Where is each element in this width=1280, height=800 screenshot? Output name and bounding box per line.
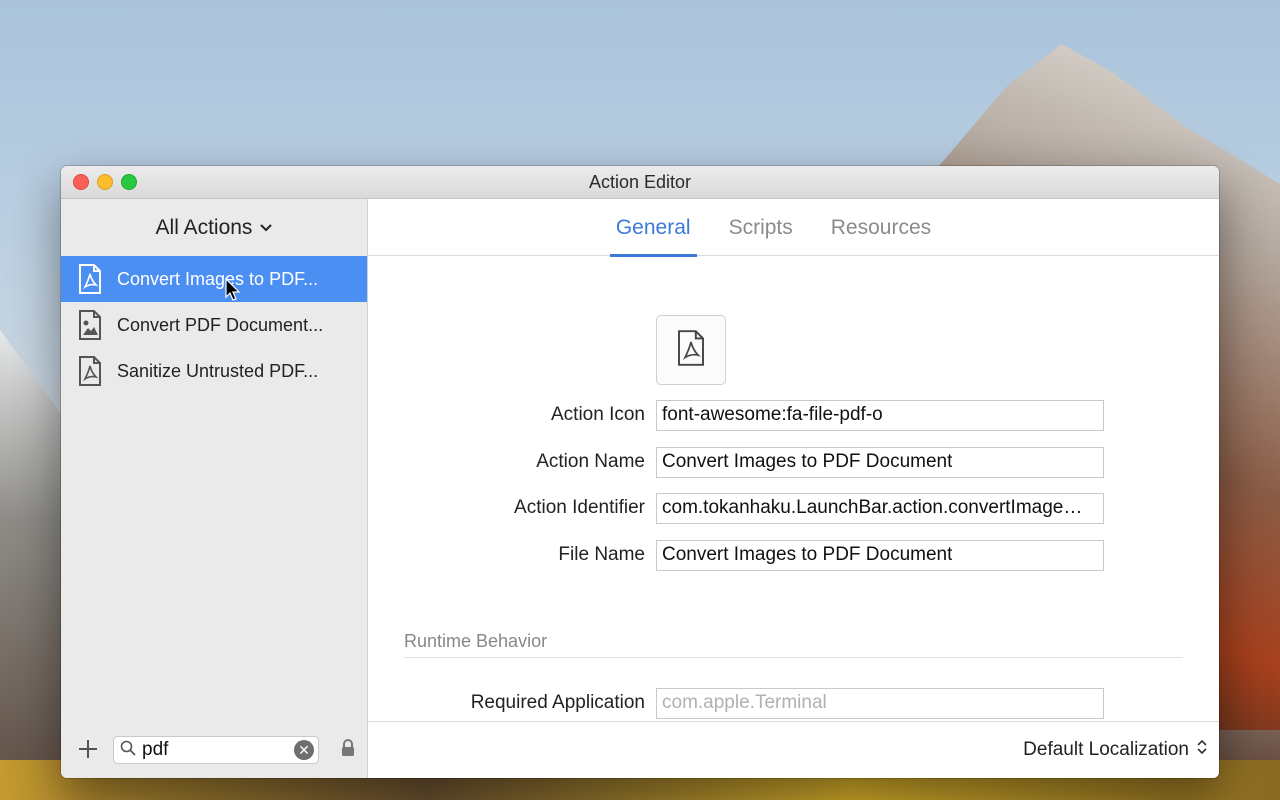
file-pdf-icon: [77, 356, 103, 386]
add-action-button[interactable]: [75, 736, 101, 764]
chevron-down-icon: [260, 219, 273, 235]
general-panel: Action Icon font-awesome:fa-file-pdf-o A…: [368, 257, 1219, 722]
sidebar: All Actions Convert Images to PDF... Con: [61, 199, 368, 778]
search-icon: [120, 740, 136, 761]
action-icon-preview[interactable]: [656, 315, 726, 385]
file-name-label: File Name: [558, 544, 645, 565]
file-pdf-icon: [77, 264, 103, 294]
zoom-button[interactable]: [121, 174, 137, 190]
tab-resources[interactable]: Resources: [825, 199, 937, 256]
file-name-field[interactable]: Convert Images to PDF Document: [656, 539, 1104, 571]
tab-scripts[interactable]: Scripts: [723, 199, 799, 256]
traffic-lights: [73, 174, 137, 190]
titlebar: Action Editor: [61, 166, 1219, 199]
action-list-item[interactable]: Convert PDF Document...: [61, 302, 367, 348]
editor-pane: General Scripts Resources Action Icon fo…: [368, 199, 1219, 778]
localization-label: Default Localization: [1023, 739, 1189, 760]
action-list-item-label: Convert PDF Document...: [117, 314, 324, 335]
action-editor-window: Action Editor All Actions Convert Images…: [61, 166, 1219, 778]
file-image-icon: [77, 310, 103, 340]
actions-filter-dropdown[interactable]: All Actions: [61, 199, 367, 256]
search-input[interactable]: [142, 739, 282, 761]
required-application-field[interactable]: com.apple.Terminal: [656, 687, 1104, 719]
window-title: Action Editor: [588, 171, 692, 192]
action-identifier-label: Action Identifier: [514, 497, 645, 518]
action-identifier-field[interactable]: com.tokanhaku.LaunchBar.action.convertIm…: [656, 492, 1104, 524]
required-application-row: Required Application com.apple.Terminal: [368, 687, 1104, 719]
localization-popup[interactable]: Default Localization: [368, 721, 1219, 778]
clear-search-icon[interactable]: ✕: [294, 740, 314, 760]
sidebar-footer: ✕: [61, 722, 367, 778]
runtime-behavior-heading: Runtime Behavior: [404, 631, 1183, 658]
actions-filter-label: All Actions: [155, 215, 253, 239]
action-name-row: Action Name Convert Images to PDF Docume…: [368, 446, 1104, 478]
action-icon-label: Action Icon: [551, 404, 645, 425]
action-list-item-label: Sanitize Untrusted PDF...: [117, 360, 319, 381]
file-pdf-icon: [676, 329, 706, 371]
action-list: Convert Images to PDF... Convert PDF Doc…: [61, 256, 367, 394]
action-name-field[interactable]: Convert Images to PDF Document: [656, 446, 1104, 478]
minimize-button[interactable]: [97, 174, 113, 190]
chevron-updown-icon: [1197, 738, 1207, 762]
action-list-item[interactable]: Convert Images to PDF...: [61, 256, 367, 302]
action-icon-row: Action Icon font-awesome:fa-file-pdf-o: [368, 399, 1104, 431]
action-list-item[interactable]: Sanitize Untrusted PDF...: [61, 348, 367, 394]
action-identifier-row: Action Identifier com.tokanhaku.LaunchBa…: [368, 492, 1104, 524]
action-list-item-label: Convert Images to PDF...: [117, 268, 319, 289]
search-field[interactable]: ✕: [113, 736, 319, 764]
close-button[interactable]: [73, 174, 89, 190]
required-application-label: Required Application: [470, 692, 645, 713]
file-name-row: File Name Convert Images to PDF Document: [368, 539, 1104, 571]
action-name-label: Action Name: [536, 451, 645, 472]
action-icon-field[interactable]: font-awesome:fa-file-pdf-o: [656, 399, 1104, 431]
tab-bar: General Scripts Resources: [368, 199, 1219, 257]
mouse-cursor: [225, 277, 241, 307]
lock-icon[interactable]: [341, 738, 355, 762]
tab-general[interactable]: General: [609, 199, 697, 257]
